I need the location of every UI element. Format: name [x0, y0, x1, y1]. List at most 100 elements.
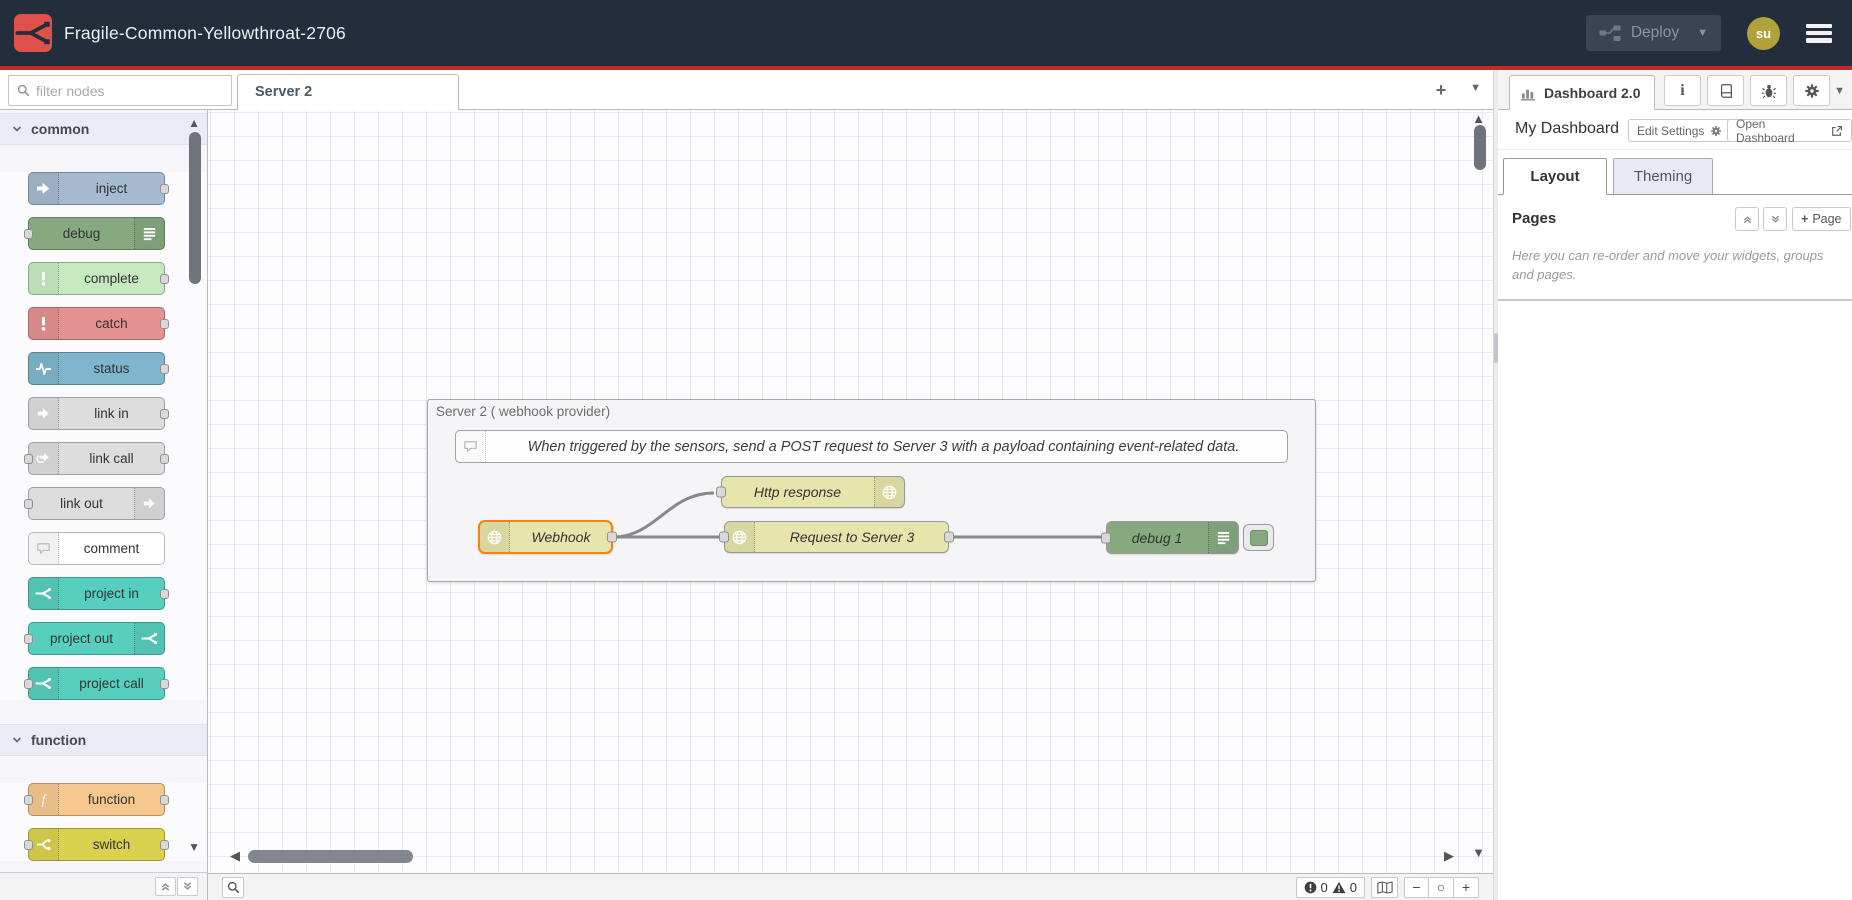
comment-bubble-icon [456, 431, 486, 462]
palette-scroll-down-icon[interactable]: ▼ [188, 840, 200, 854]
node-http-response[interactable]: Http response [721, 476, 905, 508]
palette-scroll-up-icon[interactable]: ▲ [188, 116, 200, 130]
search-input[interactable] [36, 83, 196, 99]
palette-node-label: catch [59, 308, 164, 339]
palette-node-label: switch [59, 829, 164, 860]
node-webhook-selected[interactable]: Webhook [478, 520, 613, 554]
output-port [160, 274, 169, 284]
tab-theming[interactable]: Theming [1613, 158, 1713, 194]
canvas-footer: 0 0 [208, 873, 1493, 900]
category-label: common [31, 121, 89, 137]
deploy-label: Deploy [1631, 24, 1679, 42]
collapse-categories-button[interactable] [155, 877, 176, 896]
project-icon [29, 668, 59, 699]
palette-node-label: debug [29, 218, 134, 249]
palette-node-project-out[interactable]: project out [28, 622, 165, 655]
palette-node-label: function [59, 784, 164, 815]
info-icon: i [1680, 82, 1684, 100]
zoom-in-button[interactable]: + [1454, 877, 1479, 898]
expand-categories-button[interactable] [177, 877, 198, 896]
palette-node-inject[interactable]: inject [28, 172, 165, 205]
canvas-scroll-right-icon[interactable]: ▶ [1444, 848, 1454, 864]
palette-node-link-out[interactable]: link out [28, 487, 165, 520]
zoom-controls: − ○ + [1404, 877, 1479, 898]
chart-bars-icon [1520, 86, 1537, 101]
warning-count: 0 [1350, 880, 1357, 895]
palette-node-complete[interactable]: complete [28, 262, 165, 295]
comment-node[interactable]: When triggered by the sensors, send a PO… [455, 430, 1288, 463]
status-pulse-icon [29, 353, 59, 384]
palette-node-project-in[interactable]: project in [28, 577, 165, 610]
input-port[interactable] [719, 532, 729, 543]
palette-node-label: link call [59, 443, 164, 474]
output-port [160, 589, 169, 599]
workspace-tab-server-2[interactable]: Server 2 [237, 74, 459, 110]
debug-enable-toggle[interactable] [1243, 524, 1274, 551]
external-link-icon [1831, 125, 1843, 137]
palette-category-common[interactable]: common [0, 113, 207, 145]
palette-node-project-call[interactable]: project call [28, 667, 165, 700]
canvas-search-button[interactable] [222, 877, 244, 898]
deploy-caret-icon[interactable]: ▼ [1689, 27, 1708, 39]
tab-dashboard-2[interactable]: Dashboard 2.0 [1509, 75, 1655, 110]
chevron-down-icon [12, 124, 22, 134]
palette-node-switch[interactable]: switch [28, 828, 165, 861]
input-port[interactable] [1101, 532, 1111, 543]
navigator-map-button[interactable] [1371, 877, 1398, 898]
svg-text:f: f [42, 792, 48, 807]
canvas-vertical-scrollbar-thumb[interactable] [1474, 125, 1486, 170]
palette-node-link-call[interactable]: link call [28, 442, 165, 475]
open-dashboard-button[interactable]: Open Dashboard [1727, 119, 1852, 142]
user-avatar[interactable]: su [1747, 17, 1780, 50]
palette-scrollbar-thumb[interactable] [189, 132, 201, 284]
palette-node-label: comment [59, 533, 164, 564]
input-port[interactable] [716, 487, 726, 498]
globe-icon [480, 522, 510, 552]
input-port [24, 499, 33, 509]
edit-settings-button[interactable]: Edit Settings [1628, 119, 1731, 142]
palette-category-function[interactable]: function [0, 724, 207, 756]
canvas-horizontal-scrollbar-thumb[interactable] [248, 850, 413, 863]
move-page-down-button[interactable] [1763, 207, 1787, 231]
info-tab-button[interactable]: i [1664, 75, 1701, 106]
debug-tab-button[interactable] [1750, 75, 1787, 106]
palette-search[interactable] [8, 75, 232, 106]
output-port[interactable] [944, 532, 954, 543]
zoom-reset-button[interactable]: ○ [1429, 877, 1454, 898]
zoom-out-button[interactable]: − [1404, 877, 1429, 898]
pages-divider [1498, 299, 1852, 301]
canvas-scroll-up-icon[interactable]: ▲ [1472, 111, 1485, 126]
palette-node-catch[interactable]: catch [28, 307, 165, 340]
deploy-button[interactable]: Deploy ▼ [1586, 15, 1721, 51]
node-label: Webhook [511, 522, 611, 552]
main-menu-button[interactable] [1806, 24, 1832, 43]
pages-header-row: Pages + Page [1498, 201, 1852, 241]
help-tab-button[interactable] [1707, 75, 1744, 106]
gear-icon [1710, 125, 1722, 137]
palette-node-label: complete [59, 263, 164, 294]
palette-node-debug[interactable]: debug [28, 217, 165, 250]
palette-node-status[interactable]: status [28, 352, 165, 385]
gear-icon [1804, 83, 1820, 99]
move-page-up-button[interactable] [1735, 207, 1759, 231]
flow-canvas[interactable]: Server 2 ( webhook provider) [208, 110, 1493, 900]
sidebar-tabs-caret-icon[interactable]: ▼ [1834, 85, 1845, 97]
node-debug-1[interactable]: debug 1 [1106, 521, 1239, 554]
palette-node-function[interactable]: f function [28, 783, 165, 816]
canvas-scroll-down-icon[interactable]: ▼ [1472, 845, 1485, 860]
input-port [24, 454, 33, 464]
flow-list-caret-icon[interactable]: ▼ [1470, 82, 1481, 94]
warning-icon [1332, 881, 1346, 894]
notifications-status[interactable]: 0 0 [1296, 877, 1365, 898]
canvas-scroll-left-icon[interactable]: ◀ [230, 848, 240, 864]
config-tab-button[interactable] [1793, 75, 1830, 106]
output-port [160, 319, 169, 329]
output-port[interactable] [607, 532, 617, 543]
palette-node-link-in[interactable]: link in [28, 397, 165, 430]
node-request-to-server-3[interactable]: Request to Server 3 [724, 521, 949, 553]
add-flow-button[interactable]: + [1431, 80, 1451, 100]
tab-layout[interactable]: Layout [1503, 158, 1607, 195]
add-page-button[interactable]: + Page [1792, 207, 1851, 231]
palette-node-comment[interactable]: comment [28, 532, 165, 565]
comment-bubble-icon [29, 533, 59, 564]
